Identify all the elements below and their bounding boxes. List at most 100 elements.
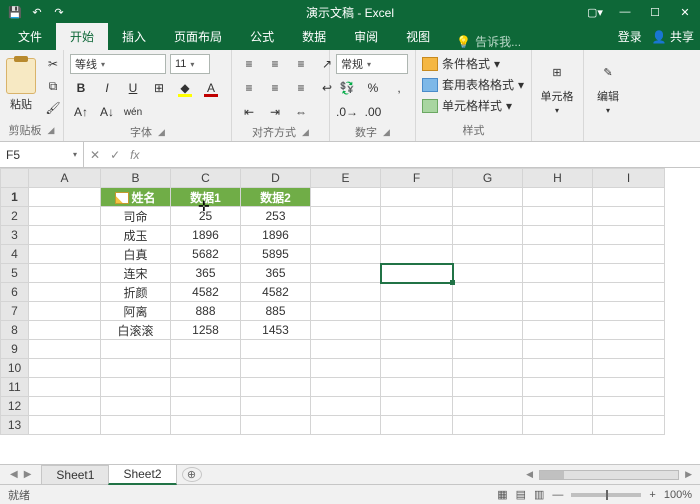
cell-H8[interactable]: [523, 321, 593, 340]
tab-insert[interactable]: 插入: [108, 23, 160, 50]
decrease-font-icon[interactable]: A↓: [96, 102, 118, 122]
cell-I10[interactable]: [593, 359, 665, 378]
increase-indent-icon[interactable]: ⇥: [264, 102, 286, 122]
view-page-layout-icon[interactable]: ▤: [516, 488, 526, 501]
cell-G3[interactable]: [453, 226, 523, 245]
border-button[interactable]: ⊞: [148, 78, 170, 98]
currency-icon[interactable]: 💱: [336, 78, 358, 98]
cell-A4[interactable]: [29, 245, 101, 264]
cell-C8[interactable]: 1258: [171, 321, 241, 340]
save-icon[interactable]: 💾: [8, 5, 22, 19]
redo-icon[interactable]: ↷: [52, 5, 66, 19]
font-name-select[interactable]: 等线▾: [70, 54, 166, 74]
cell-H10[interactable]: [523, 359, 593, 378]
cell-F11[interactable]: [381, 378, 453, 397]
cell-E6[interactable]: [311, 283, 381, 302]
row-header-5[interactable]: 5: [1, 264, 29, 283]
select-all-corner[interactable]: [1, 169, 29, 188]
row-header-13[interactable]: 13: [1, 416, 29, 435]
comma-icon[interactable]: ,: [388, 78, 410, 98]
cell-D13[interactable]: [241, 416, 311, 435]
align-center-icon[interactable]: ≡: [264, 78, 286, 98]
ribbon-options-icon[interactable]: ▢▾: [580, 0, 610, 24]
cell-A13[interactable]: [29, 416, 101, 435]
login-link[interactable]: 登录: [618, 28, 642, 45]
cell-A2[interactable]: [29, 207, 101, 226]
col-header-G[interactable]: G: [453, 169, 523, 188]
cell-C2[interactable]: 25: [171, 207, 241, 226]
col-header-E[interactable]: E: [311, 169, 381, 188]
cell-I6[interactable]: [593, 283, 665, 302]
cell-G7[interactable]: [453, 302, 523, 321]
fx-icon[interactable]: fx: [130, 148, 139, 162]
cell-I4[interactable]: [593, 245, 665, 264]
minimize-icon[interactable]: ―: [610, 0, 640, 24]
cell-H13[interactable]: [523, 416, 593, 435]
cell-B5[interactable]: 连宋: [101, 264, 171, 283]
cell-B10[interactable]: [101, 359, 171, 378]
fill-color-button[interactable]: ◆: [174, 78, 196, 98]
cell-H4[interactable]: [523, 245, 593, 264]
cell-H2[interactable]: [523, 207, 593, 226]
zoom-value[interactable]: 100%: [664, 489, 692, 501]
cell-C7[interactable]: 888: [171, 302, 241, 321]
cell-D8[interactable]: 1453: [241, 321, 311, 340]
phonetic-guide-button[interactable]: wén: [122, 102, 144, 122]
copy-icon[interactable]: ⧉: [42, 76, 64, 96]
cell-C12[interactable]: [171, 397, 241, 416]
cell-F9[interactable]: [381, 340, 453, 359]
row-header-8[interactable]: 8: [1, 321, 29, 340]
cell-G6[interactable]: [453, 283, 523, 302]
cell-E10[interactable]: [311, 359, 381, 378]
cell-F5[interactable]: [381, 264, 453, 283]
cell-C5[interactable]: 365: [171, 264, 241, 283]
tab-data[interactable]: 数据: [288, 23, 340, 50]
cell-F12[interactable]: [381, 397, 453, 416]
cell-F13[interactable]: [381, 416, 453, 435]
formula-input[interactable]: [145, 142, 700, 167]
cell-I8[interactable]: [593, 321, 665, 340]
row-header-1[interactable]: 1: [1, 188, 29, 207]
view-normal-icon[interactable]: ▦: [497, 488, 507, 501]
cell-D11[interactable]: [241, 378, 311, 397]
increase-font-icon[interactable]: A↑: [70, 102, 92, 122]
conditional-format-button[interactable]: 条件格式 ▾: [422, 54, 500, 73]
cell-D10[interactable]: [241, 359, 311, 378]
cell-E11[interactable]: [311, 378, 381, 397]
cell-A12[interactable]: [29, 397, 101, 416]
bold-button[interactable]: B: [70, 78, 92, 98]
cell-A7[interactable]: [29, 302, 101, 321]
paste-button[interactable]: 粘贴: [6, 54, 36, 112]
cell-B8[interactable]: 白滚滚: [101, 321, 171, 340]
cell-I3[interactable]: [593, 226, 665, 245]
cell-H5[interactable]: [523, 264, 593, 283]
cell-F2[interactable]: [381, 207, 453, 226]
cell-H7[interactable]: [523, 302, 593, 321]
cell-G11[interactable]: [453, 378, 523, 397]
cell-D6[interactable]: 4582: [241, 283, 311, 302]
align-bottom-icon[interactable]: ≡: [290, 54, 312, 74]
col-header-B[interactable]: B: [101, 169, 171, 188]
cells-button[interactable]: ⊞ 单元格 ▾: [538, 54, 576, 115]
cell-I13[interactable]: [593, 416, 665, 435]
cell-H12[interactable]: [523, 397, 593, 416]
row-header-2[interactable]: 2: [1, 207, 29, 226]
align-middle-icon[interactable]: ≡: [264, 54, 286, 74]
row-header-7[interactable]: 7: [1, 302, 29, 321]
sheet-tab-sheet2[interactable]: Sheet2: [108, 464, 176, 485]
row-header-9[interactable]: 9: [1, 340, 29, 359]
cell-A10[interactable]: [29, 359, 101, 378]
cell-G5[interactable]: [453, 264, 523, 283]
tab-home[interactable]: 开始: [56, 23, 108, 50]
cell-E8[interactable]: [311, 321, 381, 340]
cell-D1[interactable]: 数据2: [241, 188, 311, 207]
row-header-11[interactable]: 11: [1, 378, 29, 397]
cell-I12[interactable]: [593, 397, 665, 416]
row-header-3[interactable]: 3: [1, 226, 29, 245]
cell-D9[interactable]: [241, 340, 311, 359]
increase-decimal-icon[interactable]: .0→: [336, 102, 358, 122]
cell-E5[interactable]: [311, 264, 381, 283]
cell-A11[interactable]: [29, 378, 101, 397]
cell-D4[interactable]: 5895: [241, 245, 311, 264]
col-header-I[interactable]: I: [593, 169, 665, 188]
